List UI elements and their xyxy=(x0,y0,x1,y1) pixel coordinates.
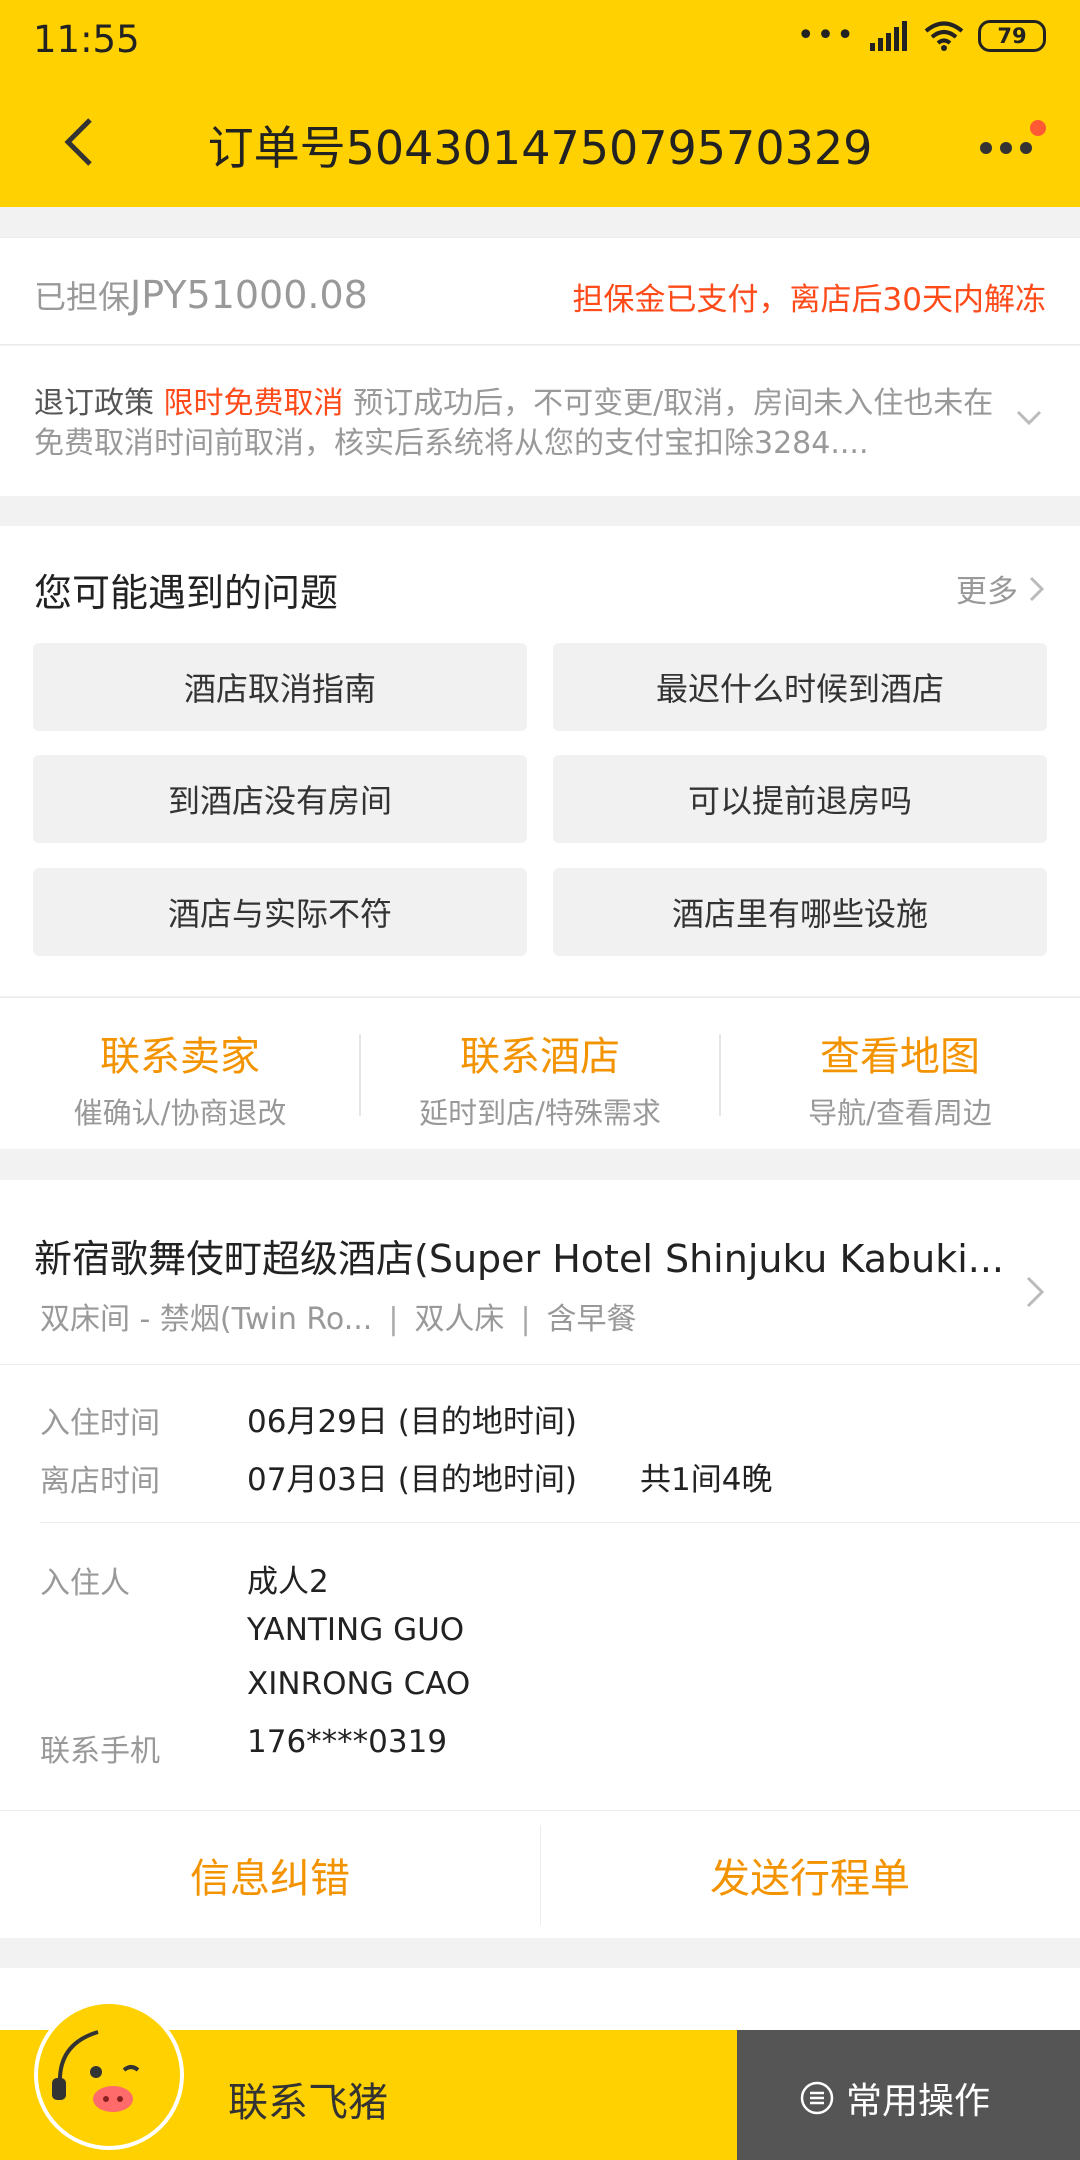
policy-highlight: 限时免费取消 xyxy=(163,386,344,421)
phone-value: 176****0319 xyxy=(247,1724,448,1760)
guarantee-status: 担保金已支付，离店后30天内解冻 xyxy=(572,282,1046,318)
menu-list-icon xyxy=(800,2081,834,2115)
guarantee-label: 已担保 xyxy=(34,278,131,316)
contact-row: 联系卖家 催确认/协商退改 联系酒店 延时到店/特殊需求 查看地图 导航/查看周… xyxy=(0,997,1080,1149)
bed-type: 双人床 xyxy=(414,1302,505,1337)
checkin-label: 入住时间 xyxy=(40,1406,160,1441)
policy-label: 退订政策 xyxy=(34,386,154,421)
more-signal-icon: ••• xyxy=(796,18,856,53)
checkout-value: 07月03日 (目的地时间) xyxy=(247,1462,577,1498)
bottom-bar: 联系飞猪 常用操作 xyxy=(0,2000,1080,2160)
faq-question[interactable]: 可以提前退房吗 xyxy=(553,755,1047,843)
checkin-value: 06月29日 (目的地时间) xyxy=(247,1404,577,1440)
room-info: 双床间 - 禁烟(Twin Ro... | 双人床 | 含早餐 xyxy=(40,1302,637,1337)
faq-question[interactable]: 酒店取消指南 xyxy=(33,643,527,731)
faq-section: 您可能遇到的问题 更多 酒店取消指南 最迟什么时候到酒店 到酒店没有房间 可以提… xyxy=(0,526,1080,996)
chevron-right-icon xyxy=(1029,576,1045,601)
top-bar: 11:55 ••• 79 订单号5043014750795703​29 xyxy=(0,0,1080,207)
more-dots-icon xyxy=(980,142,992,154)
guest-name: YANTING GUO xyxy=(247,1612,465,1648)
view-map-button[interactable]: 查看地图 导航/查看周边 xyxy=(720,998,1080,1150)
common-actions-label: 常用操作 xyxy=(846,2081,991,2122)
guest-count: 成人2 xyxy=(247,1564,329,1600)
divider xyxy=(0,1364,1080,1365)
guarantee-row: 已担保JPY51000.08 担保金已支付，离店后30天内解冻 xyxy=(0,237,1080,345)
phone-label: 联系手机 xyxy=(40,1734,160,1769)
send-itinerary-button[interactable]: 发送行程单 xyxy=(540,1811,1080,1939)
chevron-down-icon[interactable] xyxy=(1014,402,1044,432)
meal-info: 含早餐 xyxy=(546,1302,637,1337)
status-time: 11:55 xyxy=(33,18,140,61)
contact-seller-button[interactable]: 联系卖家 催确认/协商退改 xyxy=(0,998,360,1150)
cancel-policy[interactable]: 退订政策 限时免费取消 预订成功后，不可变更/取消，房间未入住也未在免费取消时间… xyxy=(0,346,1080,496)
contact-hotel-button[interactable]: 联系酒店 延时到店/特殊需求 xyxy=(360,998,720,1150)
status-bar: 11:55 ••• 79 xyxy=(0,0,1080,80)
faq-question[interactable]: 到酒店没有房间 xyxy=(33,755,527,843)
more-menu-button[interactable] xyxy=(976,118,1046,168)
contact-fliggy-label: 联系飞猪 xyxy=(228,2080,388,2126)
stay-summary: 共1间4晚 xyxy=(640,1462,773,1498)
correct-info-button[interactable]: 信息纠错 xyxy=(0,1811,540,1939)
battery-icon: 79 xyxy=(978,20,1046,52)
cell-signal-icon xyxy=(870,21,907,51)
hotel-card: 新宿歌舞伎町超级酒店(Super Hotel Shinjuku Kabuki..… xyxy=(0,1180,1080,1938)
divider xyxy=(40,1522,1080,1523)
room-type: 双床间 - 禁烟(Twin Ro... xyxy=(40,1302,373,1337)
faq-question[interactable]: 酒店里有哪些设施 xyxy=(553,868,1047,956)
faq-question[interactable]: 酒店与实际不符 xyxy=(33,868,527,956)
faq-more-link[interactable]: 更多 xyxy=(956,566,1046,611)
faq-question[interactable]: 最迟什么时候到酒店 xyxy=(553,643,1047,731)
notification-dot-icon xyxy=(1030,120,1046,136)
chevron-right-icon[interactable] xyxy=(1020,1272,1050,1312)
hotel-name[interactable]: 新宿歌舞伎町超级酒店(Super Hotel Shinjuku Kabuki..… xyxy=(34,1228,1004,1283)
guarantee-amount: JPY51000.08 xyxy=(130,273,368,317)
fliggy-mascot-avatar[interactable] xyxy=(34,2000,184,2150)
checkout-label: 离店时间 xyxy=(40,1464,160,1499)
page-title: 订单号5043014750795703​29 xyxy=(207,121,873,175)
wifi-icon xyxy=(924,21,964,51)
guest-name: XINRONG CAO xyxy=(247,1666,471,1702)
guest-label: 入住人 xyxy=(40,1566,130,1601)
faq-title: 您可能遇到的问题 xyxy=(34,571,339,615)
